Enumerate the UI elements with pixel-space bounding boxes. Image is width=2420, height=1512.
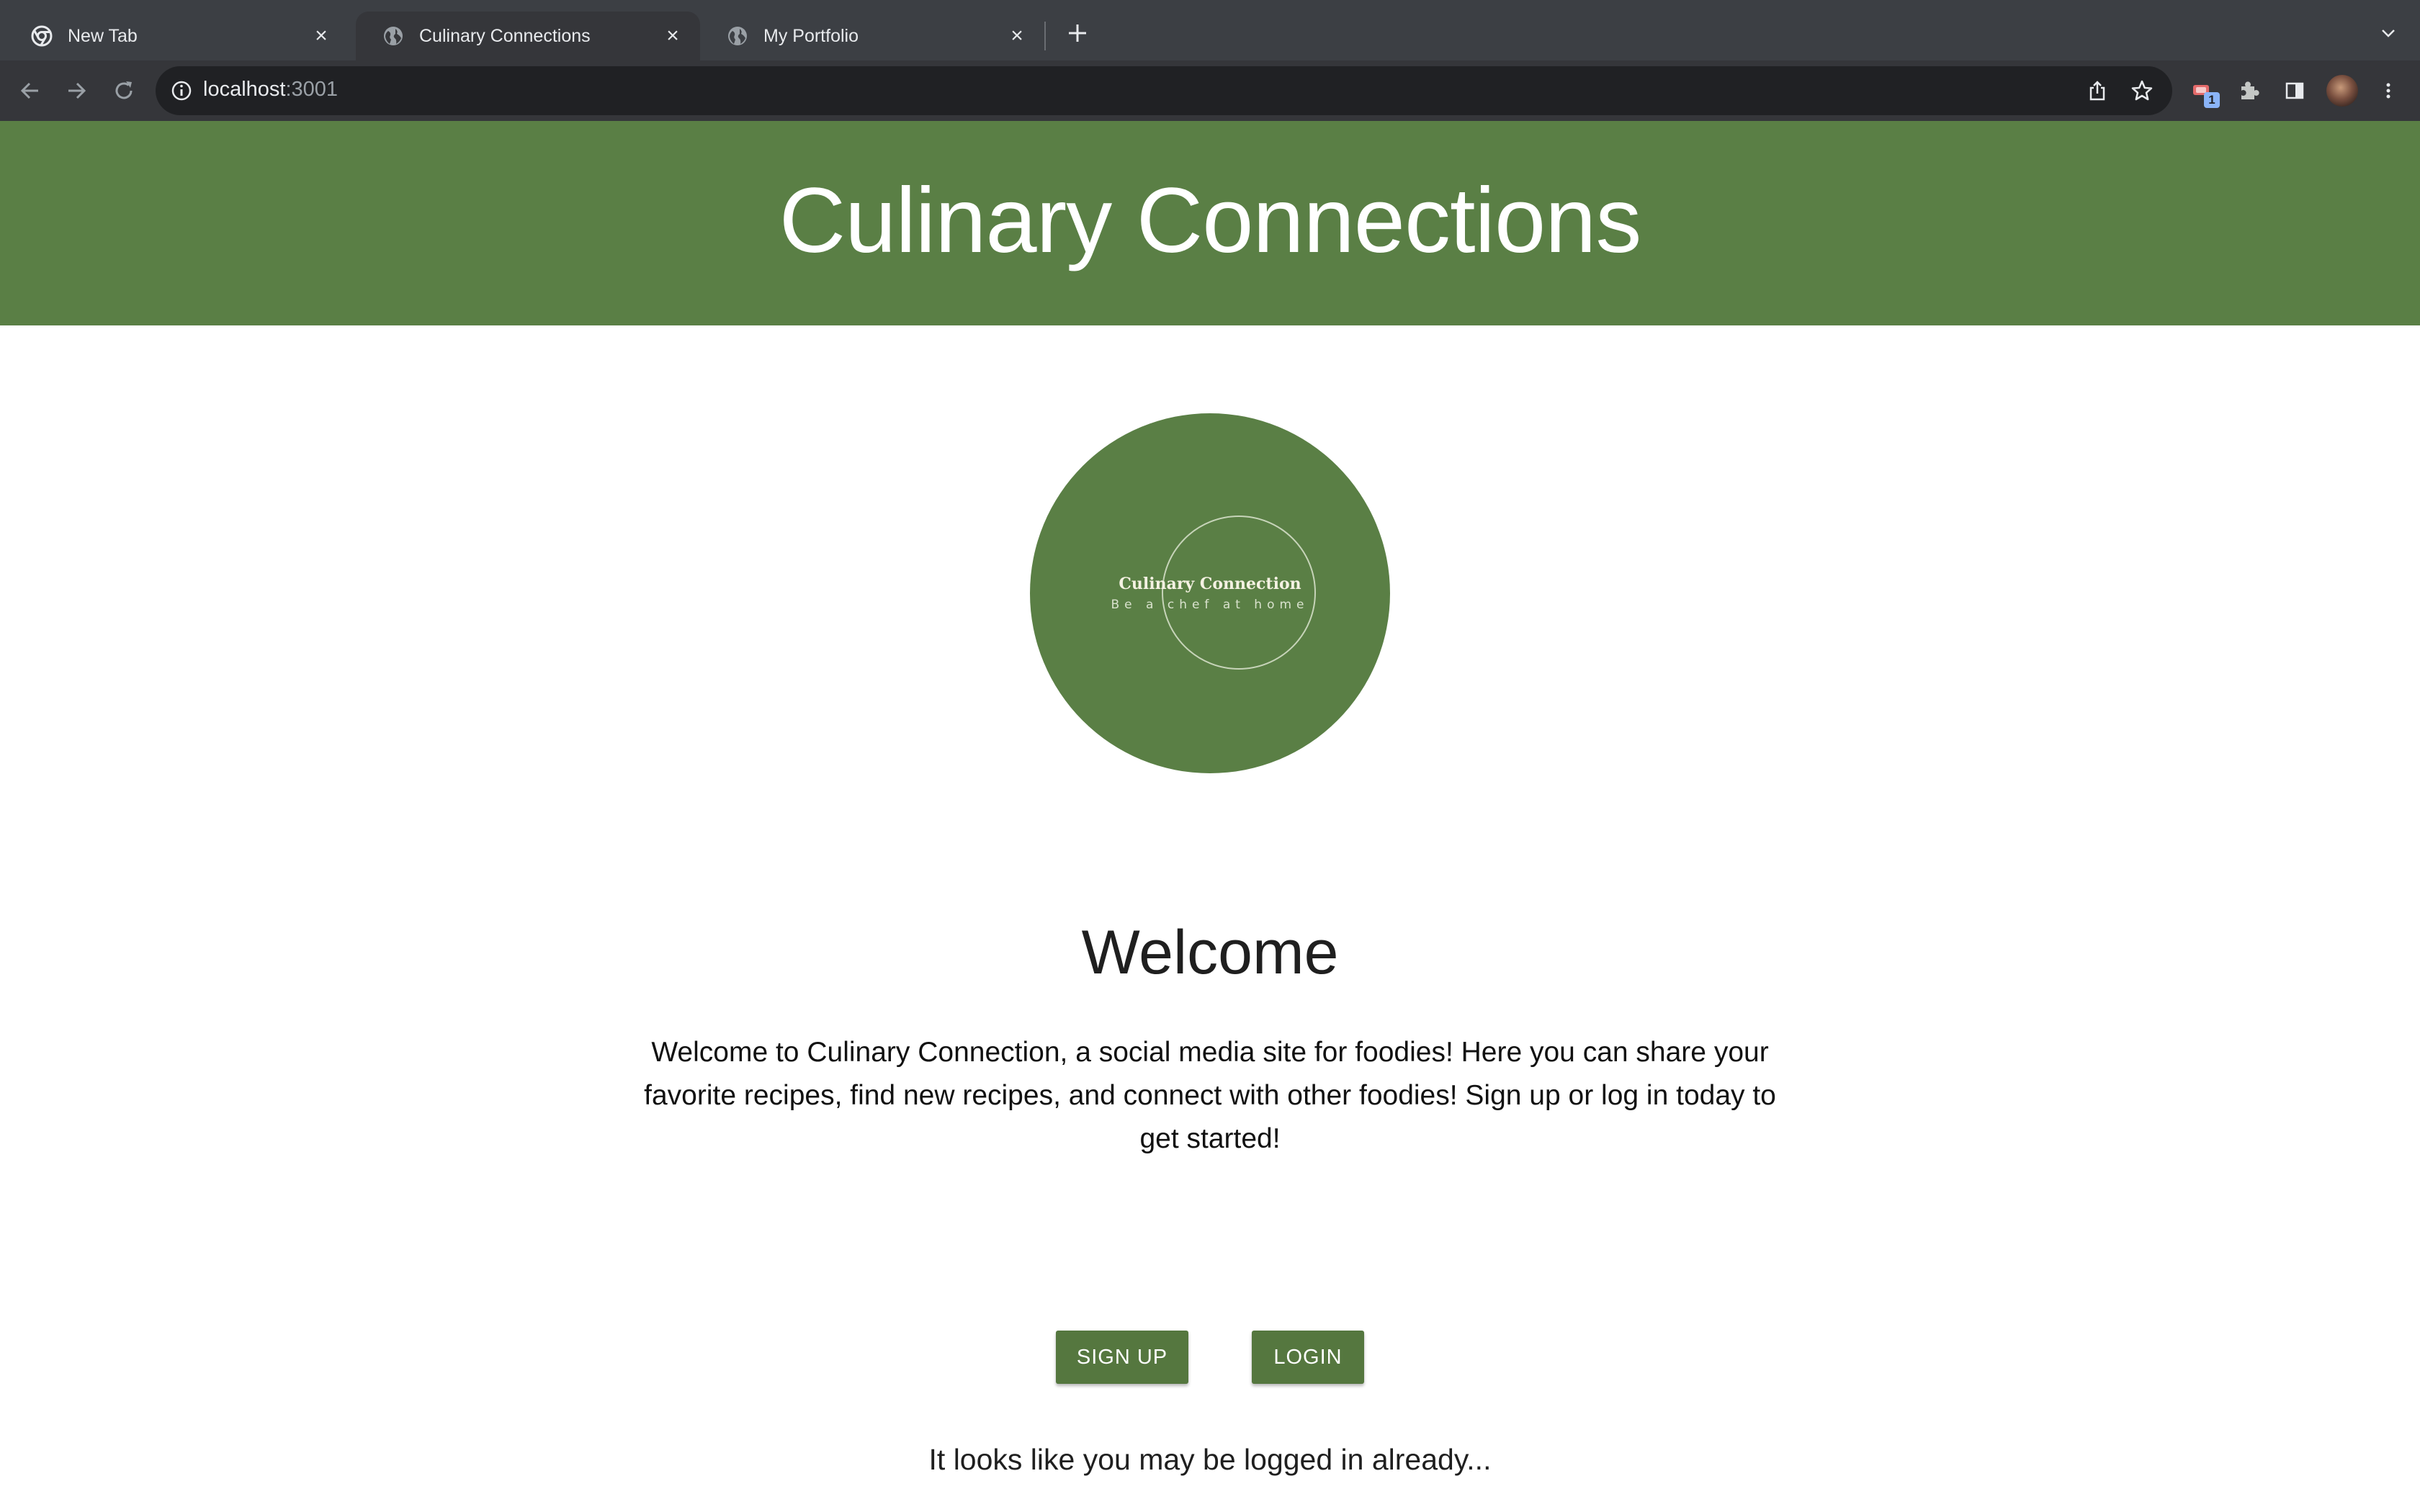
browser-toolbar: localhost:3001 1 <box>0 60 2420 121</box>
sign-up-button[interactable]: SIGN UP <box>1056 1331 1188 1384</box>
side-panel-button[interactable] <box>2279 75 2311 107</box>
url-port: :3001 <box>285 78 339 101</box>
arrow-right-icon <box>68 82 86 99</box>
url-host: localhost <box>203 78 286 101</box>
forward-button[interactable] <box>60 75 92 107</box>
globe-icon <box>382 24 405 48</box>
logo-tagline: Be a chef at home <box>1111 598 1309 612</box>
tab-search-button[interactable] <box>2374 19 2403 48</box>
more-vertical-icon <box>2386 83 2390 99</box>
tab-new-tab[interactable]: New Tab × <box>4 12 349 60</box>
address-bar[interactable]: localhost:3001 <box>156 66 2172 115</box>
tab-my-portfolio[interactable]: My Portfolio × <box>700 12 1044 60</box>
avatar[interactable] <box>2326 75 2358 107</box>
site-logo: Culinary Connection Be a chef at home <box>1030 413 1390 773</box>
chevron-down-icon <box>2382 30 2395 37</box>
side-panel-icon <box>2285 82 2304 99</box>
puzzle-icon <box>2241 81 2259 99</box>
tab-title: Culinary Connections <box>419 25 591 46</box>
site-header: Culinary Connections <box>0 121 2420 325</box>
logo-name: Culinary Connection <box>1119 575 1301 593</box>
star-icon <box>2131 80 2153 101</box>
plus-icon <box>1069 24 1086 42</box>
info-icon[interactable] <box>170 79 193 102</box>
reload-button[interactable] <box>108 75 140 107</box>
tab-title: New Tab <box>68 25 138 46</box>
extension-badge: 1 <box>2204 92 2220 108</box>
login-status-text: It looks like you may be logged in alrea… <box>928 1443 1492 1476</box>
back-button[interactable] <box>14 75 46 107</box>
reload-icon <box>115 81 133 99</box>
tab-culinary-connections[interactable]: Culinary Connections × <box>356 12 700 60</box>
tab-strip: New Tab × Culinary Connections × My Port… <box>0 0 2420 60</box>
welcome-description: Welcome to Culinary Connection, a social… <box>644 1037 1776 1154</box>
url-text[interactable]: localhost:3001 <box>203 78 338 102</box>
close-icon[interactable]: × <box>307 22 336 50</box>
welcome-heading: Welcome <box>1081 918 1339 987</box>
chrome-icon <box>30 24 53 48</box>
extension-button[interactable]: 1 <box>2187 75 2220 108</box>
bookmark-button[interactable] <box>2129 78 2155 104</box>
close-icon[interactable]: × <box>658 22 687 50</box>
share-icon <box>2089 81 2105 101</box>
browser-menu-button[interactable] <box>2372 75 2404 107</box>
extensions-button[interactable] <box>2233 75 2264 107</box>
site-title: Culinary Connections <box>779 168 1642 272</box>
browser-window: New Tab × Culinary Connections × My Port… <box>0 0 2420 1512</box>
arrow-left-icon <box>20 82 38 99</box>
login-button[interactable]: LOGIN <box>1252 1331 1364 1384</box>
globe-icon <box>726 24 749 48</box>
close-icon[interactable]: × <box>1003 22 1031 50</box>
new-tab-button[interactable] <box>1062 17 1093 49</box>
share-button[interactable] <box>2084 78 2110 104</box>
tab-separator <box>1044 22 1046 50</box>
tab-title: My Portfolio <box>763 25 859 46</box>
